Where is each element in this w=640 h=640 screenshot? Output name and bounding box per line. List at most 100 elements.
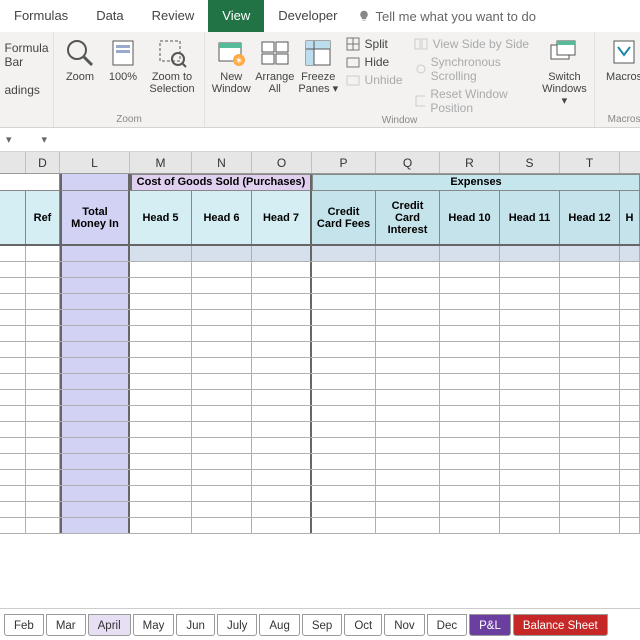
sheet-nov[interactable]: Nov — [384, 614, 424, 636]
cell[interactable] — [192, 486, 252, 501]
cell[interactable] — [130, 502, 192, 517]
cell[interactable] — [60, 342, 130, 357]
cell[interactable] — [60, 518, 130, 533]
table-row[interactable] — [0, 246, 640, 262]
cell[interactable] — [500, 342, 560, 357]
cell[interactable] — [620, 262, 640, 277]
table-row[interactable] — [0, 470, 640, 486]
cell[interactable] — [620, 310, 640, 325]
cell[interactable] — [560, 422, 620, 437]
cell[interactable] — [560, 246, 620, 261]
cell[interactable] — [500, 358, 560, 373]
cell[interactable] — [130, 390, 192, 405]
cell[interactable] — [0, 326, 26, 341]
col-m[interactable]: M — [130, 152, 192, 173]
freeze-panes-button[interactable]: Freeze Panes ▾ — [298, 35, 339, 95]
table-row[interactable] — [0, 518, 640, 534]
sheet-may[interactable]: May — [133, 614, 175, 636]
cell[interactable] — [26, 342, 60, 357]
cell[interactable] — [252, 246, 312, 261]
table-row[interactable] — [0, 374, 640, 390]
cell[interactable] — [0, 374, 26, 389]
cell[interactable] — [560, 470, 620, 485]
cell[interactable] — [0, 454, 26, 469]
sheet-mar[interactable]: Mar — [46, 614, 86, 636]
cell[interactable] — [560, 326, 620, 341]
cell[interactable] — [376, 518, 440, 533]
cell[interactable] — [560, 278, 620, 293]
cell[interactable] — [0, 358, 26, 373]
cell[interactable] — [0, 390, 26, 405]
cell[interactable] — [500, 502, 560, 517]
cell[interactable] — [312, 326, 376, 341]
cell[interactable] — [560, 390, 620, 405]
cell[interactable] — [500, 470, 560, 485]
cell[interactable] — [312, 454, 376, 469]
cell[interactable] — [500, 518, 560, 533]
cell[interactable] — [252, 518, 312, 533]
cell[interactable] — [500, 374, 560, 389]
cell[interactable] — [192, 246, 252, 261]
new-window-button[interactable]: ✶ New Window — [211, 35, 252, 95]
spreadsheet-grid[interactable]: D L M N O P Q R S T Cost of Goods Sold (… — [0, 152, 640, 608]
switch-windows-button[interactable]: Switch Windows ▾ — [541, 35, 588, 107]
cell[interactable] — [312, 406, 376, 421]
cell[interactable] — [440, 358, 500, 373]
cell[interactable] — [192, 502, 252, 517]
cell[interactable] — [560, 502, 620, 517]
cell[interactable] — [440, 438, 500, 453]
cell[interactable] — [376, 390, 440, 405]
cell[interactable] — [192, 390, 252, 405]
cell[interactable] — [192, 262, 252, 277]
cell[interactable] — [252, 502, 312, 517]
cell[interactable] — [130, 326, 192, 341]
cell[interactable] — [312, 518, 376, 533]
cell[interactable] — [440, 278, 500, 293]
cell[interactable] — [500, 438, 560, 453]
cell[interactable] — [440, 454, 500, 469]
cell[interactable] — [252, 390, 312, 405]
cell[interactable] — [0, 438, 26, 453]
cell[interactable] — [620, 246, 640, 261]
cell[interactable] — [130, 358, 192, 373]
cell[interactable] — [192, 342, 252, 357]
cell[interactable] — [312, 262, 376, 277]
cell[interactable] — [60, 246, 130, 261]
cell[interactable] — [26, 310, 60, 325]
cell[interactable] — [130, 310, 192, 325]
cell[interactable] — [376, 310, 440, 325]
cell[interactable] — [130, 518, 192, 533]
cell[interactable] — [26, 262, 60, 277]
cell[interactable] — [252, 342, 312, 357]
cell[interactable] — [252, 422, 312, 437]
cell[interactable] — [440, 262, 500, 277]
cell[interactable] — [560, 294, 620, 309]
cell[interactable] — [130, 438, 192, 453]
cell[interactable] — [376, 294, 440, 309]
cell[interactable] — [500, 262, 560, 277]
macros-button[interactable]: Macros — [601, 35, 640, 83]
cell[interactable] — [620, 454, 640, 469]
cell[interactable] — [252, 358, 312, 373]
cell[interactable] — [130, 374, 192, 389]
cell[interactable] — [192, 310, 252, 325]
cell[interactable] — [192, 406, 252, 421]
cell[interactable] — [376, 502, 440, 517]
cell[interactable] — [620, 518, 640, 533]
cell[interactable] — [0, 486, 26, 501]
cell[interactable] — [440, 342, 500, 357]
cell[interactable] — [620, 438, 640, 453]
cell[interactable] — [376, 358, 440, 373]
zoom-100-button[interactable]: 100% — [103, 35, 143, 83]
col-n[interactable]: N — [192, 152, 252, 173]
cell[interactable] — [376, 438, 440, 453]
cell[interactable] — [440, 294, 500, 309]
cell[interactable] — [252, 278, 312, 293]
cell[interactable] — [620, 502, 640, 517]
col-t[interactable]: T — [560, 152, 620, 173]
table-row[interactable] — [0, 390, 640, 406]
cell[interactable] — [312, 278, 376, 293]
cell[interactable] — [26, 486, 60, 501]
cell[interactable] — [560, 406, 620, 421]
table-row[interactable] — [0, 326, 640, 342]
